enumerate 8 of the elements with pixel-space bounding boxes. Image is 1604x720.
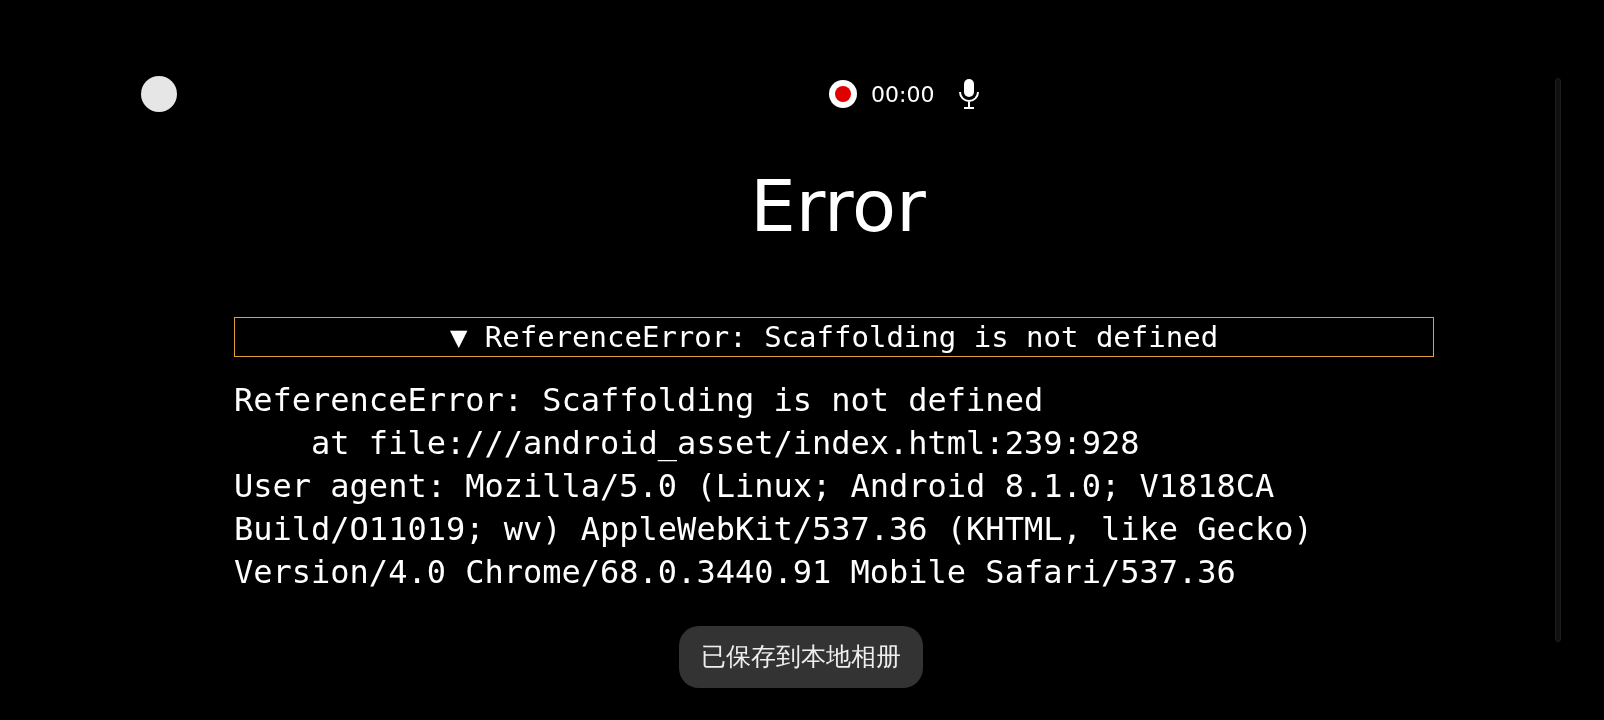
error-title: Error bbox=[750, 164, 926, 248]
error-stack-trace: ReferenceError: Scaffolding is not defined at file:///android_asset/index.html:239:928 User agent: Mozilla/5.0 (Linux; Android 8.1.0; V1818CA Build/O11019; wv) AppleWebKit/537.36 (KHTML, like Gecko) Version/4.0 Chrome/68.0.3440.91 Mobile Safari/537.36 bbox=[234, 380, 1314, 593]
edge-handle[interactable] bbox=[1555, 78, 1561, 642]
recording-timer: 00:00 bbox=[871, 80, 935, 109]
record-icon[interactable] bbox=[829, 80, 857, 108]
microphone-icon[interactable] bbox=[958, 78, 981, 110]
toast-message: 已保存到本地相册 bbox=[679, 626, 923, 688]
error-summary[interactable]: ▼ ReferenceError: Scaffolding is not defined bbox=[234, 317, 1434, 357]
